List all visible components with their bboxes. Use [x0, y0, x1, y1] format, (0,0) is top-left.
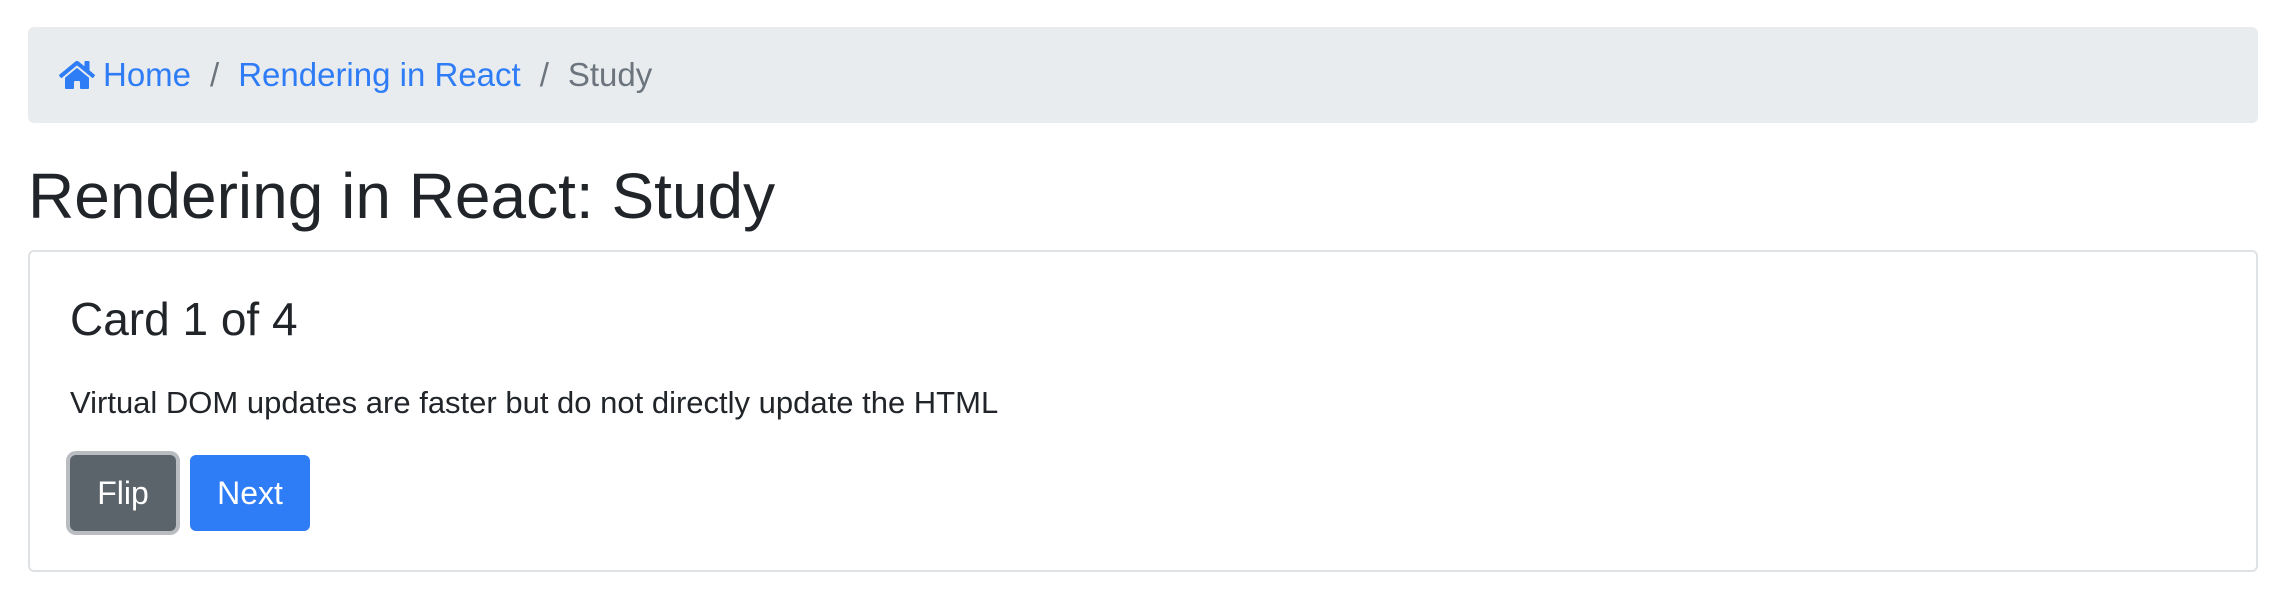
- breadcrumb-current: Study: [567, 56, 653, 93]
- next-button[interactable]: Next: [190, 455, 310, 531]
- breadcrumb-section-link[interactable]: Rendering in React: [238, 56, 521, 94]
- breadcrumb-home-link[interactable]: Home: [59, 56, 191, 94]
- card-title: Card 1 of 4: [70, 293, 298, 345]
- card-text: Virtual DOM updates are faster but do no…: [70, 385, 999, 420]
- home-icon: [59, 58, 95, 92]
- page-title: Rendering in React: Study: [28, 160, 776, 232]
- flip-button[interactable]: Flip: [70, 455, 176, 531]
- breadcrumb-separator: /: [210, 56, 220, 93]
- page-container: Home / Rendering in React / Study Render…: [0, 0, 2286, 596]
- study-card: Card 1 of 4 Virtual DOM updates are fast…: [28, 250, 2258, 572]
- breadcrumb-separator: /: [539, 56, 549, 93]
- breadcrumb: Home / Rendering in React / Study: [28, 27, 2258, 123]
- breadcrumb-home-label: Home: [103, 56, 192, 93]
